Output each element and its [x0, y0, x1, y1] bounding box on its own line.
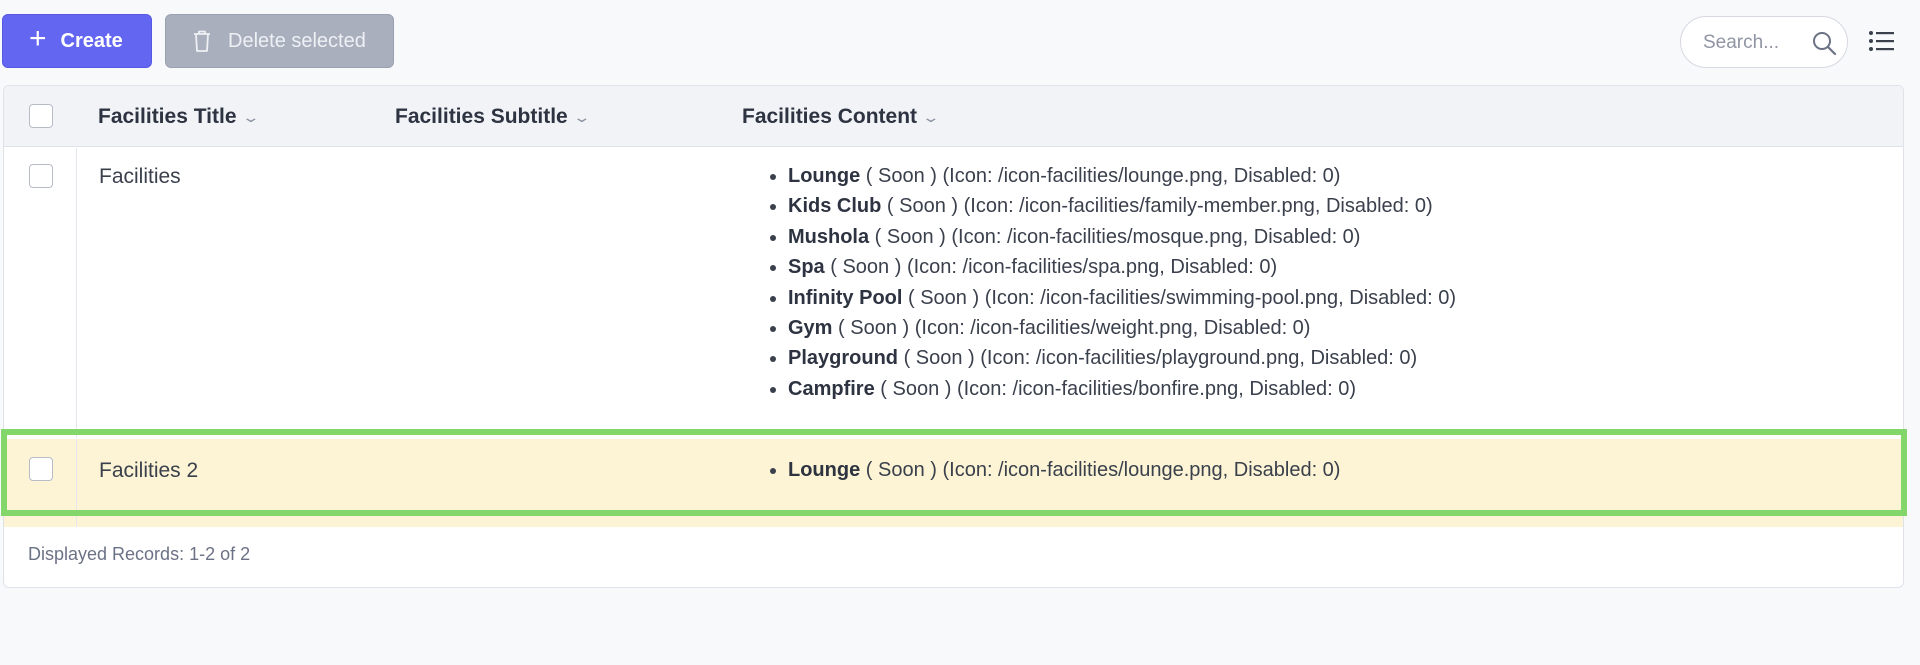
table-row[interactable]: Facilities Lounge ( Soon ) (Icon: /icon-… [4, 148, 1903, 438]
record-count: Displayed Records: 1-2 of 2 [28, 544, 251, 564]
list-item: Lounge ( Soon ) (Icon: /icon-facilities/… [788, 455, 1340, 485]
row-checkbox[interactable] [29, 457, 53, 481]
list-item: Infinity Pool ( Soon ) (Icon: /icon-faci… [788, 283, 1456, 313]
row-content-list: Lounge ( Soon ) (Icon: /icon-facilities/… [759, 161, 1456, 404]
list-item: Kids Club ( Soon ) (Icon: /icon-faciliti… [788, 191, 1456, 221]
column-header-subtitle[interactable]: Facilities Subtitle ⌄ [395, 86, 591, 147]
plus-icon: + [29, 22, 47, 55]
list-item: Mushola ( Soon ) (Icon: /icon-facilities… [788, 222, 1456, 252]
list-item: Campfire ( Soon ) (Icon: /icon-facilitie… [788, 374, 1456, 404]
delete-selected-label: Delete selected [228, 29, 366, 52]
table-header: Facilities Title ⌄ Facilities Subtitle ⌄… [4, 86, 1903, 147]
table-row-highlighted[interactable]: Facilities 2 Lounge ( Soon ) (Icon: /ico… [4, 439, 1903, 527]
row-title: Facilities 2 [99, 459, 199, 482]
create-button[interactable]: + Create [2, 14, 152, 68]
chevron-down-icon: ⌄ [240, 109, 260, 125]
toolbar: + Create Delete selected [2, 14, 1918, 68]
list-item: Playground ( Soon ) (Icon: /icon-facilit… [788, 343, 1456, 373]
select-all-checkbox[interactable] [29, 104, 53, 128]
chevron-down-icon: ⌄ [921, 109, 941, 125]
list-item: Lounge ( Soon ) (Icon: /icon-facilities/… [788, 161, 1456, 191]
row-content-list: Lounge ( Soon ) (Icon: /icon-facilities/… [759, 455, 1340, 485]
list-icon[interactable] [1868, 28, 1896, 54]
search-input[interactable] [1701, 29, 1803, 57]
row-checkbox[interactable] [29, 164, 53, 188]
chevron-down-icon: ⌄ [572, 109, 591, 125]
trash-icon [194, 30, 210, 52]
delete-selected-button[interactable]: Delete selected [165, 14, 394, 68]
row-title: Facilities [99, 165, 181, 188]
create-button-label: Create [60, 29, 123, 52]
list-item: Gym ( Soon ) (Icon: /icon-facilities/wei… [788, 313, 1456, 343]
column-header-content[interactable]: Facilities Content ⌄ [742, 86, 940, 147]
search-box[interactable] [1680, 16, 1848, 68]
list-item: Spa ( Soon ) (Icon: /icon-facilities/spa… [788, 252, 1456, 282]
data-table: Facilities Title ⌄ Facilities Subtitle ⌄… [1, 85, 1907, 588]
search-icon[interactable] [1811, 30, 1837, 56]
column-header-title[interactable]: Facilities Title ⌄ [98, 86, 260, 147]
